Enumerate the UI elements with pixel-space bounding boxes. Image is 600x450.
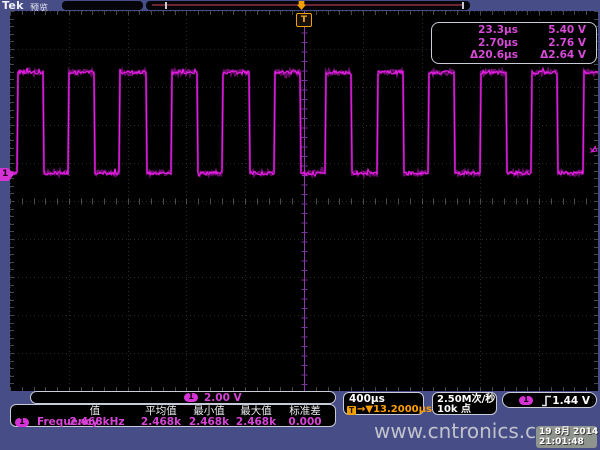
channel-1-scale: 2.00 V (204, 393, 242, 404)
trigger-readout: 1 1.44 V (502, 392, 597, 408)
record-view-right-bracket (462, 2, 464, 9)
graticule: T 23.3µs 5.40 V 2.70µs 2.76 V Δ20.6µs Δ2… (10, 11, 598, 391)
trigger-position-value: →▼13.2000µs (357, 404, 432, 415)
datetime-box: 19 8月 2014 21:01:48 (536, 426, 597, 448)
meas-row-mean: 2.468k (141, 417, 181, 428)
timebase-readout: 400µs T→▼13.2000µs (343, 392, 424, 415)
trigger-level: 1.44 V (552, 395, 590, 407)
trigger-position-readout: T→▼13.2000µs (347, 404, 432, 415)
meas-row-min: 2.468k (189, 417, 229, 428)
record-view-left-bracket (165, 2, 167, 9)
cursor-readout: 23.3µs 5.40 V 2.70µs 2.76 V Δ20.6µs Δ2.6… (431, 22, 597, 64)
channel-readout-bar: 1 2.00 V (30, 391, 336, 404)
cursor-v2: 2.76 V (518, 37, 586, 50)
record-view-waveform-bar (152, 4, 462, 6)
meas-row-channel-badge: 1 (15, 418, 29, 427)
record-view (146, 1, 470, 10)
trigger-t-icon: T (347, 406, 356, 415)
record-view-trigger-icon (297, 1, 306, 10)
trigger-source-badge: 1 (519, 396, 533, 405)
cursor-v1: 5.40 V (518, 24, 586, 37)
channel-1-badge: 1 (184, 393, 198, 402)
meas-row-stddev: 0.000 (288, 417, 321, 428)
cursor-t2: 2.70µs (434, 37, 518, 50)
date-label: 19 8月 2014 (539, 427, 597, 437)
waveform-plot (10, 11, 598, 391)
cursor-delta-v: Δ2.64 V (518, 49, 586, 62)
trigger-position-flag: T (296, 13, 312, 27)
cursor-t1: 23.3µs (434, 24, 518, 37)
acquisition-readout: 2.50M次/秒 10k 点 (432, 392, 497, 415)
meas-row-value: 2.468kHz (69, 417, 124, 428)
measurement-panel: 值 平均值 最小值 最大值 标准差 1 Frequency 2.468kHz 2… (10, 404, 336, 427)
oscilloscope-screen: Tek 预览 T 23.3µs 5.40 V 2.70µs 2.76 V Δ20… (0, 0, 600, 450)
rising-edge-icon (541, 395, 552, 407)
cursor-delta-t: Δ20.6µs (434, 49, 518, 62)
time-label: 21:01:48 (539, 437, 597, 447)
record-length: 10k 点 (437, 404, 471, 415)
status-box (62, 1, 143, 10)
meas-row-max: 2.468k (236, 417, 276, 428)
